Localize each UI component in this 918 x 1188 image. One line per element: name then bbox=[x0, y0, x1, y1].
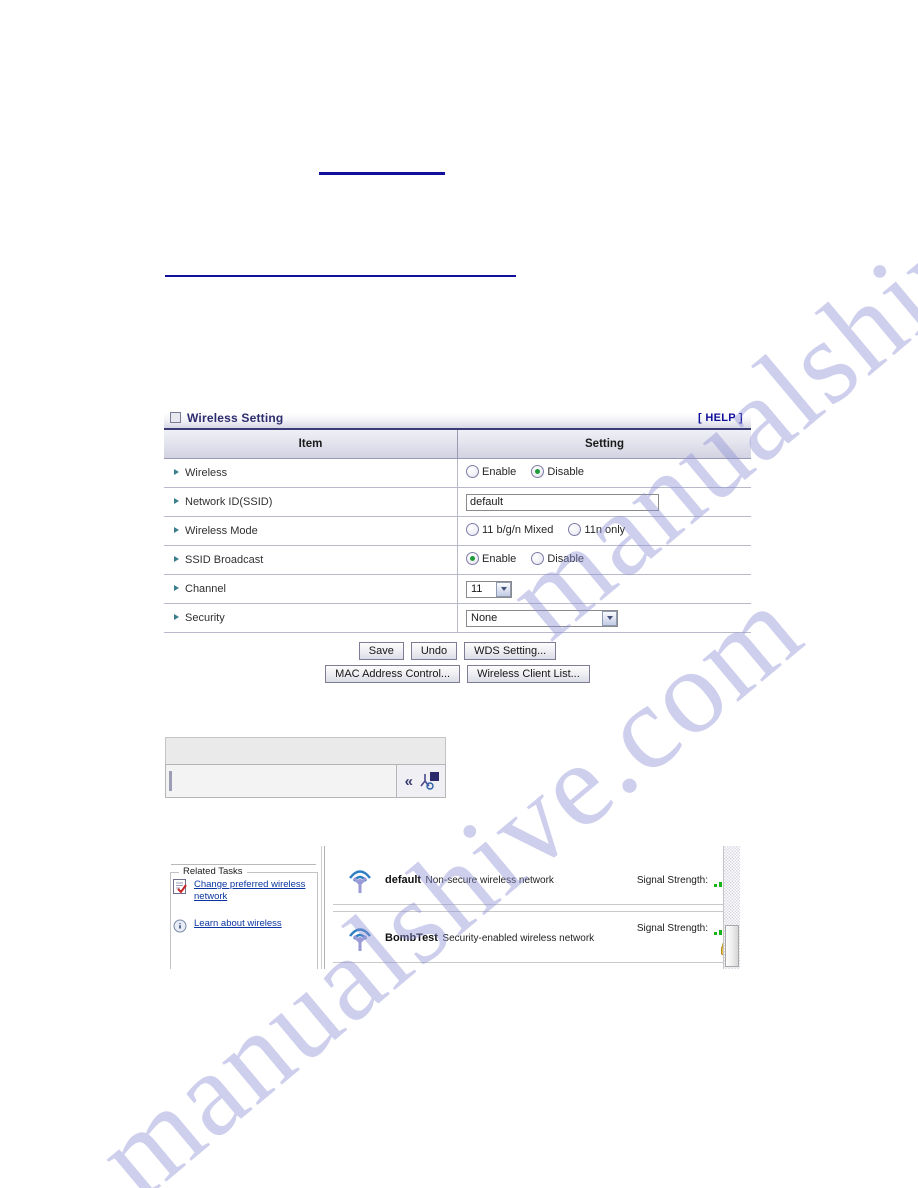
list-item[interactable]: default Non-secure wireless network Sign… bbox=[333, 853, 739, 905]
taskbar-grip-handle[interactable] bbox=[169, 771, 172, 791]
row-control-wireless-mode: 11 b/g/n Mixed 11n only bbox=[457, 516, 751, 546]
row-control-security: None bbox=[457, 603, 751, 633]
signal-strength-label: Signal Strength: bbox=[636, 923, 708, 934]
bullet-arrow-icon bbox=[174, 527, 179, 533]
help-link[interactable]: [ HELP ] bbox=[698, 412, 743, 424]
radio-broadcast-enable[interactable]: Enable bbox=[466, 552, 516, 565]
sidebar-divider bbox=[171, 846, 316, 865]
radio-dot[interactable] bbox=[568, 523, 582, 536]
sidebar-edge-rule bbox=[321, 846, 322, 969]
wds-setting-button[interactable]: WDS Setting... bbox=[464, 642, 557, 660]
network-status: Signal Strength: bbox=[637, 912, 735, 962]
related-tasks-sidebar: Related Tasks Change preferred wireless … bbox=[165, 846, 325, 969]
taskbar: « bbox=[165, 764, 446, 798]
row-label-channel: Channel bbox=[164, 574, 458, 604]
bullet-arrow-icon bbox=[174, 585, 179, 591]
scrollbar-thumb[interactable] bbox=[725, 925, 739, 967]
available-networks-list: default Non-secure wireless network Sign… bbox=[333, 846, 739, 969]
chevron-down-icon[interactable] bbox=[602, 610, 617, 626]
preferred-network-icon bbox=[173, 879, 188, 895]
network-info: BombTest Security-enabled wireless netwo… bbox=[385, 928, 637, 946]
radio-broadcast-disable[interactable]: Disable bbox=[531, 552, 584, 565]
list-item[interactable]: Learn about wireless bbox=[173, 918, 282, 934]
wireless-setting-panel: Wireless Setting [ HELP ] Item Setting W… bbox=[164, 407, 751, 633]
row-control-network-id bbox=[457, 487, 751, 517]
panel-action-buttons: Save Undo WDS Setting... MAC Address Con… bbox=[164, 642, 751, 688]
info-icon bbox=[173, 918, 188, 934]
list-item[interactable]: BombTest Security-enabled wireless netwo… bbox=[333, 911, 739, 963]
network-description: Security-enabled wireless network bbox=[442, 933, 595, 944]
table-row: Wireless Enable Disable bbox=[164, 458, 751, 488]
sidebar-link-change-preferred[interactable]: Change preferred wireless network bbox=[194, 879, 306, 903]
button-row-secondary: MAC Address Control... Wireless Client L… bbox=[164, 665, 751, 683]
radio-wireless-disable[interactable]: Disable bbox=[531, 465, 584, 478]
row-label-wireless-mode: Wireless Mode bbox=[164, 516, 458, 546]
radio-dot[interactable] bbox=[531, 552, 545, 565]
panel-titlebar: Wireless Setting [ HELP ] bbox=[164, 407, 751, 430]
column-header-item: Item bbox=[164, 430, 458, 459]
save-button[interactable]: Save bbox=[358, 642, 404, 660]
row-label-security: Security bbox=[164, 603, 458, 633]
row-control-wireless: Enable Disable bbox=[457, 458, 751, 488]
radio-wireless-enable[interactable]: Enable bbox=[466, 465, 516, 478]
bullet-arrow-icon bbox=[174, 498, 179, 504]
notification-area: « bbox=[395, 765, 445, 797]
radio-mode-bgn-mixed[interactable]: 11 b/g/n Mixed bbox=[466, 523, 553, 536]
table-row: Network ID(SSID) bbox=[164, 487, 751, 517]
signal-strength-label: Signal Strength: bbox=[636, 875, 708, 886]
network-status: Signal Strength: bbox=[637, 853, 735, 904]
tray-upper-strip bbox=[165, 737, 446, 764]
access-point-icon bbox=[343, 920, 377, 954]
network-info: default Non-secure wireless network bbox=[385, 870, 637, 888]
mac-address-control-button[interactable]: MAC Address Control... bbox=[325, 665, 461, 683]
wireless-client-list-button[interactable]: Wireless Client List... bbox=[467, 665, 590, 683]
button-row-primary: Save Undo WDS Setting... bbox=[164, 642, 751, 660]
bullet-arrow-icon bbox=[174, 614, 179, 620]
ssid-input[interactable] bbox=[466, 493, 659, 511]
bullet-arrow-icon bbox=[174, 469, 179, 475]
table-row: SSID Broadcast Enable Disable bbox=[164, 545, 751, 575]
table-row: Wireless Mode 11 b/g/n Mixed 11n only bbox=[164, 516, 751, 546]
row-control-ssid-broadcast: Enable Disable bbox=[457, 545, 751, 575]
show-hidden-icons-chevron[interactable]: « bbox=[405, 774, 413, 789]
radio-mode-11n-only[interactable]: 11n only bbox=[568, 523, 625, 536]
radio-dot[interactable] bbox=[531, 465, 545, 478]
signal-strength: Signal Strength: bbox=[636, 922, 735, 935]
table-row: Channel 11 bbox=[164, 574, 751, 604]
row-label-ssid-broadcast: SSID Broadcast bbox=[164, 545, 458, 575]
collapse-box-icon[interactable] bbox=[170, 412, 181, 423]
signal-strength: Signal Strength: bbox=[636, 874, 735, 887]
system-tray-fragment: « bbox=[165, 737, 446, 798]
chevron-down-icon[interactable] bbox=[496, 581, 511, 597]
row-label-wireless: Wireless bbox=[164, 458, 458, 488]
wireless-network-tray-icon[interactable] bbox=[418, 771, 440, 791]
page-title: Wireless Setting bbox=[187, 410, 284, 425]
network-description: Non-secure wireless network bbox=[425, 874, 554, 886]
radio-dot[interactable] bbox=[466, 465, 479, 478]
radio-dot[interactable] bbox=[466, 552, 479, 565]
access-point-icon bbox=[343, 862, 377, 896]
network-ssid: default bbox=[385, 873, 422, 886]
network-ssid: BombTest bbox=[385, 932, 438, 944]
wireless-setting-table: Item Setting Wireless Enable Disable Net… bbox=[164, 430, 751, 633]
radio-dot[interactable] bbox=[466, 523, 479, 536]
row-control-channel: 11 bbox=[457, 574, 751, 604]
table-row: Security None bbox=[164, 603, 751, 633]
navy-rule-top bbox=[319, 172, 445, 175]
column-header-setting: Setting bbox=[457, 430, 751, 459]
list-item[interactable]: Change preferred wireless network bbox=[173, 879, 306, 903]
security-select[interactable]: None bbox=[466, 609, 618, 627]
navy-rule-middle bbox=[165, 275, 516, 277]
sidebar-link-learn-about-wireless[interactable]: Learn about wireless bbox=[194, 918, 282, 930]
table-header-row: Item Setting bbox=[164, 430, 751, 459]
wireless-network-window: Related Tasks Change preferred wireless … bbox=[165, 846, 751, 969]
network-list-scrollbar[interactable] bbox=[723, 846, 740, 969]
channel-select[interactable]: 11 bbox=[466, 580, 512, 598]
bullet-arrow-icon bbox=[174, 556, 179, 562]
related-tasks-title: Related Tasks bbox=[179, 866, 247, 877]
row-label-network-id: Network ID(SSID) bbox=[164, 487, 458, 517]
undo-button[interactable]: Undo bbox=[410, 642, 458, 660]
